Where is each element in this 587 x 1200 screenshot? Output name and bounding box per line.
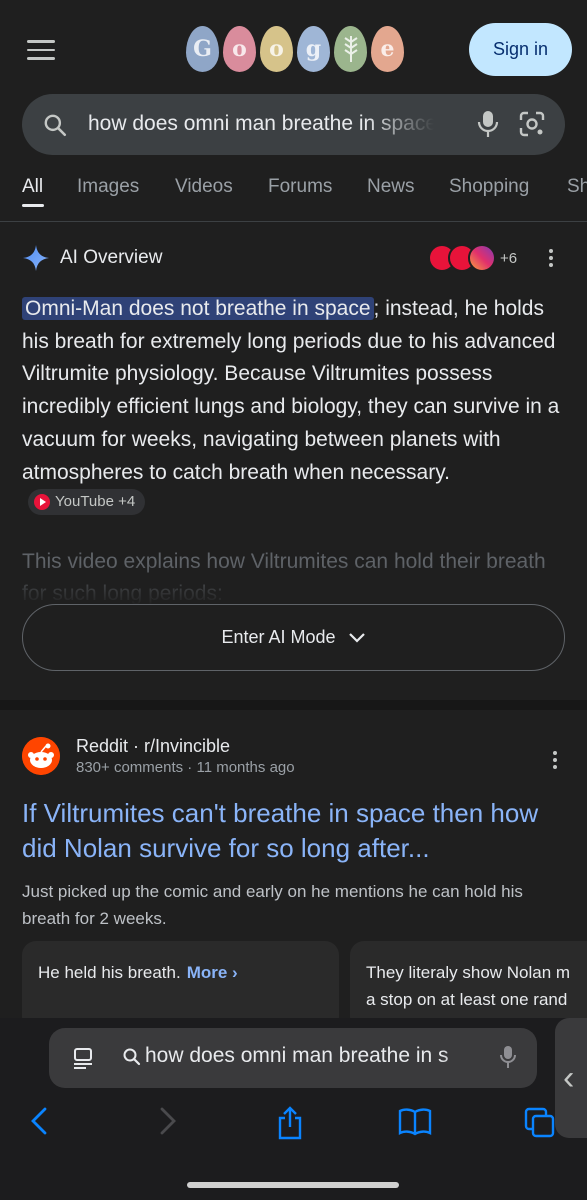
chevron-down-icon	[348, 632, 365, 643]
result-more-options-icon[interactable]	[553, 751, 559, 772]
search-input[interactable]: how does omni man breathe in space	[88, 112, 434, 136]
source-icons[interactable]	[428, 244, 498, 274]
ai-overview-faded-text: This video explains how Viltrumites can …	[22, 550, 546, 605]
more-options-icon[interactable]	[549, 249, 555, 270]
result-meta: 830+ comments · 11 months ago	[76, 759, 295, 776]
highlighted-answer: Omni-Man does not breathe in space	[22, 297, 374, 320]
tab-forums[interactable]: Forums	[268, 176, 332, 198]
header: G o o g e Sign in	[0, 0, 587, 88]
home-indicator[interactable]	[187, 1182, 399, 1188]
result-snippet: Just picked up the comic and early on he…	[22, 882, 523, 928]
tab-news[interactable]: News	[367, 176, 415, 198]
source-chip[interactable]: YouTube +4	[28, 489, 146, 516]
enter-ai-mode-button[interactable]: Enter AI Mode	[22, 604, 565, 671]
tab-partial[interactable]: Sh	[567, 176, 587, 198]
back-icon[interactable]	[28, 1106, 50, 1136]
search-tabs: All Images Videos Forums News Shopping S…	[0, 166, 587, 222]
safari-toolbar: how does omni man breathe in s ‹	[0, 1018, 587, 1200]
page-menu-icon[interactable]	[71, 1046, 95, 1070]
google-doodle-logo[interactable]: G o o g e	[186, 26, 404, 76]
logo-egg: G	[186, 26, 219, 72]
tabs-icon[interactable]	[523, 1106, 557, 1138]
logo-egg: e	[371, 26, 404, 72]
ai-overview-title: AI Overview	[60, 247, 163, 268]
ai-overview-text: Omni-Man does not breathe in space; inst…	[22, 293, 570, 523]
section-divider	[0, 700, 587, 710]
youtube-icon	[34, 494, 50, 511]
microphone-icon[interactable]	[499, 1044, 517, 1070]
tab-shopping[interactable]: Shopping	[449, 176, 529, 198]
enter-ai-mode-label: Enter AI Mode	[221, 627, 336, 647]
forward-icon[interactable]	[157, 1106, 179, 1136]
tab-videos[interactable]: Videos	[175, 176, 233, 198]
leaf-icon	[343, 36, 358, 62]
url-field[interactable]: how does omni man breathe in s	[145, 1044, 481, 1068]
comment-text: a stop on at least one rand	[366, 990, 568, 1009]
source-chip-label: YouTube +4	[55, 493, 136, 511]
tab-images[interactable]: Images	[77, 176, 139, 198]
bookmarks-icon[interactable]	[397, 1106, 433, 1136]
address-bar[interactable]: how does omni man breathe in s	[49, 1028, 537, 1088]
search-box[interactable]: how does omni man breathe in space	[22, 94, 565, 155]
gemini-sparkle-icon	[23, 245, 49, 271]
logo-egg: o	[223, 26, 256, 72]
tab-all[interactable]: All	[22, 176, 43, 198]
comment-text: He held his breath.	[38, 963, 181, 982]
active-tab-indicator	[22, 204, 44, 207]
ai-overview-body: ; instead, he holds his breath for extre…	[22, 297, 560, 484]
comment-text: They literaly show Nolan m	[366, 963, 571, 982]
search-icon	[44, 114, 67, 137]
ai-overview-header: AI Overview +6	[22, 244, 567, 274]
share-icon[interactable]	[275, 1106, 305, 1140]
google-lens-icon[interactable]	[518, 110, 546, 138]
logo-egg: g	[297, 26, 330, 72]
microphone-icon[interactable]	[477, 109, 499, 139]
sign-in-button[interactable]: Sign in	[469, 23, 572, 76]
logo-egg-leaf	[334, 26, 367, 72]
result-title-link[interactable]: If Viltrumites can't breathe in space th…	[22, 796, 567, 866]
logo-egg: o	[260, 26, 293, 72]
more-link[interactable]: More ›	[187, 963, 238, 982]
menu-icon[interactable]	[27, 40, 55, 60]
search-icon	[123, 1048, 141, 1066]
reddit-icon	[22, 737, 60, 775]
result-site-name[interactable]: Reddit · r/Invincible	[76, 736, 230, 757]
instagram-icon	[468, 244, 496, 272]
side-panel-handle[interactable]: ‹	[555, 1018, 587, 1138]
more-sources-count[interactable]: +6	[500, 250, 517, 267]
